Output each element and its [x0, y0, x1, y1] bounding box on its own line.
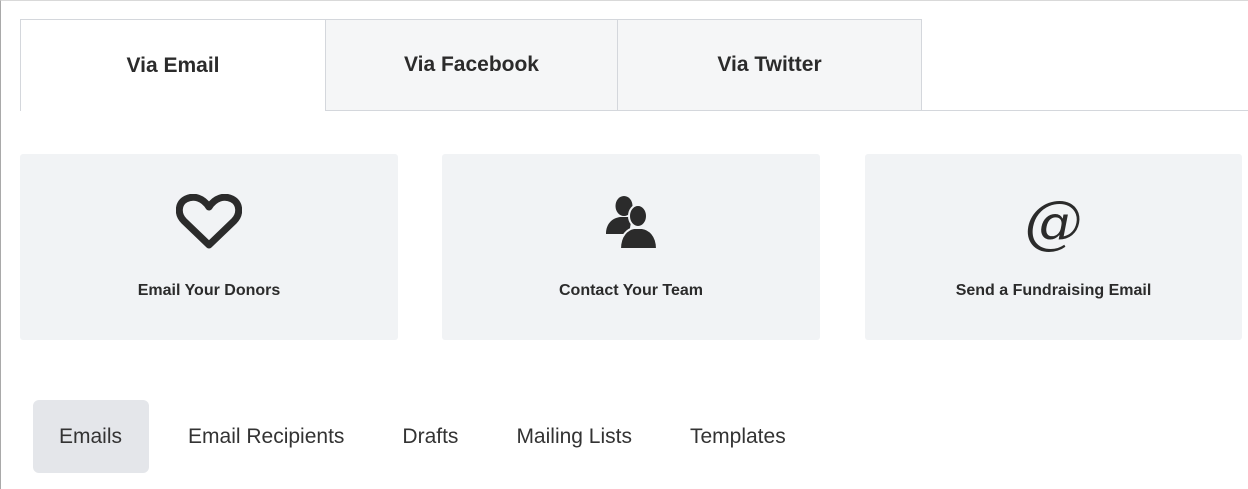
subnav-drafts[interactable]: Drafts — [373, 400, 487, 473]
subnav-label: Mailing Lists — [516, 424, 632, 448]
share-channel-tabs: Via Email Via Facebook Via Twitter — [20, 19, 1248, 111]
tab-via-email[interactable]: Via Email — [20, 19, 326, 111]
send-fundraising-email-card[interactable]: @ Send a Fundraising Email — [865, 154, 1242, 340]
tab-label: Via Facebook — [403, 53, 539, 76]
tab-divider — [325, 110, 1248, 111]
heart-icon — [20, 194, 398, 250]
subnav-emails[interactable]: Emails — [33, 400, 150, 473]
at-sign-icon: @ — [865, 188, 1242, 256]
subnav-templates[interactable]: Templates — [661, 400, 815, 473]
card-label: Contact Your Team — [558, 282, 704, 299]
subnav-label: Drafts — [402, 424, 459, 448]
subnav-mailing-lists[interactable]: Mailing Lists — [487, 400, 661, 473]
subnav-email-recipients[interactable]: Email Recipients — [159, 400, 373, 473]
team-icon — [442, 194, 820, 250]
contact-your-team-card[interactable]: Contact Your Team — [442, 154, 820, 340]
tab-label: Via Email — [126, 53, 220, 77]
email-your-donors-card[interactable]: Email Your Donors — [20, 154, 398, 340]
subnav-label: Email Recipients — [188, 424, 345, 448]
email-subnav: Emails Email Recipients Drafts Mailing L… — [33, 400, 815, 473]
card-label: Send a Fundraising Email — [955, 282, 1152, 299]
tab-label: Via Twitter — [717, 53, 822, 76]
at-sign-glyph: @ — [1024, 188, 1083, 256]
tab-via-twitter[interactable]: Via Twitter — [617, 19, 922, 111]
tab-via-facebook[interactable]: Via Facebook — [325, 19, 618, 111]
subnav-label: Emails — [59, 424, 123, 448]
card-label: Email Your Donors — [137, 282, 281, 299]
subnav-label: Templates — [689, 424, 786, 448]
share-panel: Via Email Via Facebook Via Twitter Email… — [0, 0, 1248, 489]
